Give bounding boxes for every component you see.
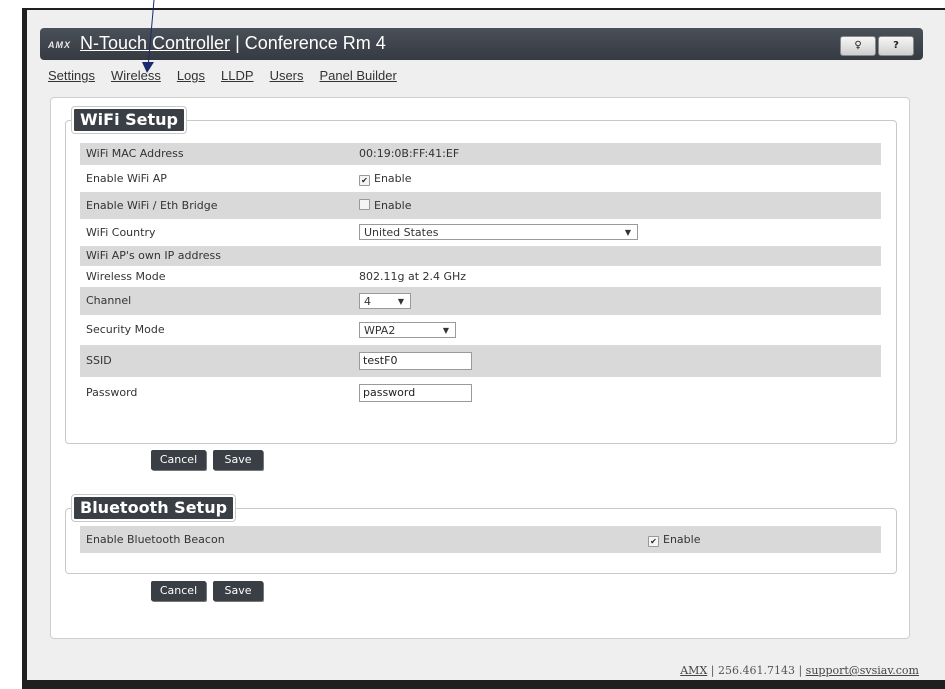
nav-logs[interactable]: Logs: [177, 68, 205, 83]
footer-support-link[interactable]: support@svsiav.com: [806, 664, 919, 677]
channel-value: 4: [364, 295, 371, 308]
help-icon[interactable]: ?: [878, 36, 914, 56]
password-label: Password: [86, 386, 138, 399]
wifi-cancel-button[interactable]: Cancel: [151, 450, 206, 470]
nav-settings[interactable]: Settings: [48, 68, 95, 83]
enable-bridge-text: Enable: [374, 199, 412, 212]
password-input[interactable]: password: [359, 384, 472, 402]
wifi-setup-legend: WiFi Setup: [71, 106, 187, 134]
bluetooth-setup-fieldset: Bluetooth Setup Enable Bluetooth Beacon …: [65, 494, 897, 574]
wireless-mode-row: Wireless Mode 802.11g at 2.4 GHz: [80, 266, 881, 287]
wifi-ip-label: WiFi AP's own IP address: [86, 249, 221, 262]
enable-bridge-checkbox[interactable]: [359, 199, 370, 210]
wireless-mode-value: 802.11g at 2.4 GHz: [359, 270, 467, 283]
bluetooth-beacon-row: Enable Bluetooth Beacon ✔ Enable: [80, 526, 881, 553]
security-mode-row: Security Mode WPA2 ▼: [80, 315, 881, 345]
bluetooth-save-button[interactable]: Save: [213, 581, 263, 601]
security-mode-value: WPA2: [364, 324, 396, 337]
chevron-down-icon: ▼: [624, 228, 631, 237]
security-mode-select[interactable]: WPA2 ▼: [359, 322, 456, 338]
channel-select[interactable]: 4 ▼: [359, 293, 411, 309]
bluetooth-setup-legend: Bluetooth Setup: [70, 494, 237, 522]
app-header: AMX N-Touch Controller | Conference Rm 4…: [40, 28, 923, 60]
nav-panel-builder[interactable]: Panel Builder: [320, 68, 397, 83]
wifi-setup-fieldset: WiFi Setup WiFi MAC Address 00:19:0B:FF:…: [65, 106, 897, 444]
wireless-mode-label: Wireless Mode: [86, 270, 166, 283]
channel-row: Channel 4 ▼: [80, 287, 881, 315]
user-icon[interactable]: ♀: [840, 36, 876, 56]
footer-phone: | 256.461.7143 |: [707, 664, 806, 677]
wifi-save-button[interactable]: Save: [213, 450, 263, 470]
chevron-down-icon: ▼: [442, 326, 449, 335]
home-link[interactable]: N-Touch Controller: [80, 33, 230, 53]
content-panel: WiFi Setup WiFi MAC Address 00:19:0B:FF:…: [50, 97, 910, 639]
ssid-row: SSID testF0: [80, 345, 881, 377]
wifi-mac-label: WiFi MAC Address: [86, 147, 184, 160]
password-row: Password password: [80, 377, 881, 409]
wifi-country-label: WiFi Country: [86, 226, 156, 239]
ssid-label: SSID: [86, 354, 112, 367]
bluetooth-beacon-text: Enable: [663, 533, 701, 546]
room-name: | Conference Rm 4: [230, 33, 386, 53]
enable-wifi-ap-text: Enable: [374, 172, 412, 185]
page-footer: AMX | 256.461.7143 | support@svsiav.com: [680, 664, 919, 677]
bluetooth-beacon-label: Enable Bluetooth Beacon: [86, 533, 225, 546]
chevron-down-icon: ▼: [397, 297, 404, 306]
wifi-country-select[interactable]: United States ▼: [359, 224, 638, 240]
bluetooth-beacon-checkbox[interactable]: ✔: [648, 536, 659, 547]
page-title: N-Touch Controller | Conference Rm 4: [80, 33, 386, 54]
enable-wifi-ap-checkbox[interactable]: ✔: [359, 175, 370, 186]
ssid-input[interactable]: testF0: [359, 352, 472, 370]
enable-bridge-row: Enable WiFi / Eth Bridge Enable: [80, 192, 881, 219]
wifi-mac-value: 00:19:0B:FF:41:EF: [359, 147, 460, 160]
footer-amx-link[interactable]: AMX: [680, 664, 707, 677]
nav-wireless[interactable]: Wireless: [111, 68, 161, 83]
enable-wifi-ap-label: Enable WiFi AP: [86, 172, 167, 185]
wifi-ip-row: WiFi AP's own IP address: [80, 246, 881, 266]
enable-bridge-label: Enable WiFi / Eth Bridge: [86, 199, 218, 212]
amx-logo: AMX: [48, 40, 71, 50]
wifi-country-row: WiFi Country United States ▼: [80, 219, 881, 246]
bluetooth-cancel-button[interactable]: Cancel: [151, 581, 206, 601]
nav-users[interactable]: Users: [270, 68, 304, 83]
enable-wifi-ap-row: Enable WiFi AP ✔ Enable: [80, 165, 881, 192]
channel-label: Channel: [86, 294, 132, 307]
nav-lldp[interactable]: LLDP: [221, 68, 254, 83]
main-nav: Settings Wireless Logs LLDP Users Panel Build…: [48, 68, 413, 83]
security-mode-label: Security Mode: [86, 323, 165, 336]
wifi-mac-row: WiFi MAC Address 00:19:0B:FF:41:EF: [80, 143, 881, 165]
wifi-country-value: United States: [364, 226, 439, 239]
